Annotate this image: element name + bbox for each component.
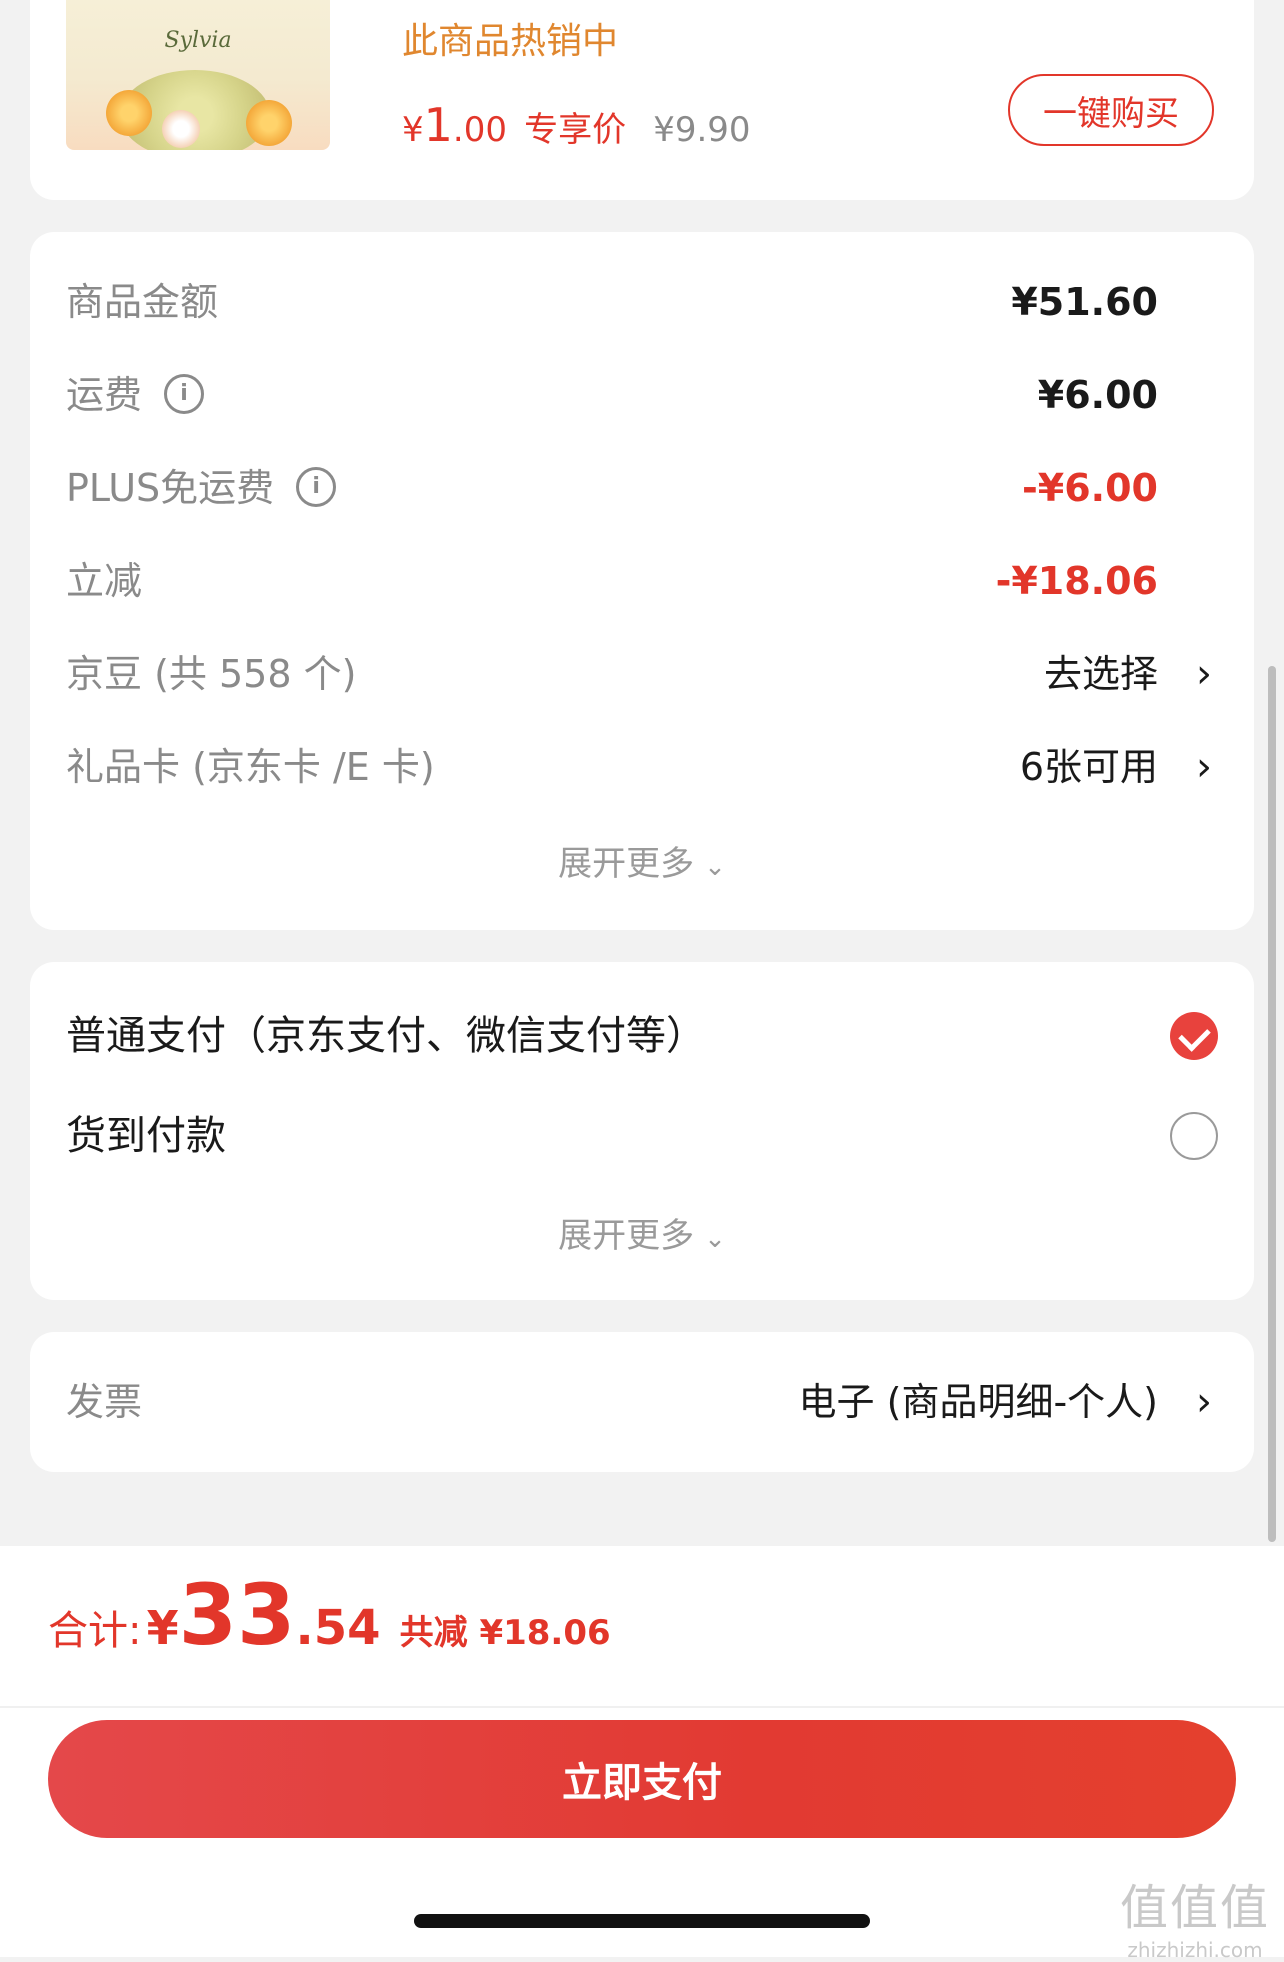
- total-label: 合计:: [48, 1608, 142, 1654]
- payment-option-label: 货到付款: [66, 1113, 226, 1159]
- payment-option-cod[interactable]: 货到付款: [66, 1106, 1218, 1166]
- home-indicator[interactable]: [414, 1914, 870, 1928]
- radio-unchecked-icon[interactable]: [1170, 1112, 1218, 1160]
- invoice-card: 发票 电子 (商品明细-个人) ›: [30, 1332, 1254, 1472]
- fee-label-text: 运费: [66, 373, 143, 417]
- fees-expand-more[interactable]: 展开更多 ⌄: [30, 836, 1254, 885]
- flower-graphic: [162, 110, 200, 148]
- expand-more-label: 展开更多: [558, 1216, 695, 1256]
- fee-row-plus-free-shipping: PLUS免运费 i -¥6.00: [66, 458, 1218, 518]
- price-currency: ¥: [402, 110, 424, 150]
- chevron-down-icon: ⌄: [704, 1224, 726, 1254]
- fee-label: 礼品卡 (京东卡 /E 卡): [66, 745, 435, 789]
- product-price: ¥1.00 专享价 ¥9.90: [402, 98, 751, 152]
- orange-graphic: [246, 100, 292, 146]
- fee-value: -¥18.06: [995, 559, 1158, 603]
- fee-value: ¥51.60: [1011, 280, 1158, 324]
- watermark: 值值值 zhizhizhi.com: [1120, 1868, 1270, 1962]
- fee-row-jd-beans[interactable]: 京豆 (共 558 个) 去选择 ›: [66, 644, 1218, 704]
- radio-checked-icon[interactable]: [1170, 1012, 1218, 1060]
- checkout-bar: 合计: ¥33.54 共减 ¥18.06 立即支付 值值值 zhizhizhi.…: [0, 1546, 1284, 1962]
- exclusive-price-tag: 专享价: [524, 110, 627, 150]
- price-decimal: .00: [452, 110, 507, 150]
- scrollbar[interactable]: [1268, 666, 1276, 1542]
- fee-label: 运费 i: [66, 365, 205, 425]
- payment-option-online[interactable]: 普通支付（京东支付、微信支付等）: [66, 1006, 1218, 1066]
- hot-selling-label: 此商品热销中: [402, 21, 619, 62]
- fee-label: PLUS免运费 i: [66, 458, 337, 518]
- order-fee-card: 商品金额 ¥51.60 运费 i ¥6.00 PLUS免运费 i -¥6.00 立减…: [30, 232, 1254, 930]
- chevron-down-icon: ⌄: [704, 852, 726, 882]
- brand-logo-text: Sylvia: [164, 28, 232, 53]
- fee-value: -¥6.00: [1022, 466, 1158, 510]
- invoice-value: 电子 (商品明细-个人): [798, 1380, 1158, 1424]
- total-decimal: .54: [295, 1600, 381, 1656]
- fee-row-instant-discount: 立减 -¥18.06: [66, 551, 1218, 611]
- payment-option-label: 普通支付（京东支付、微信支付等）: [66, 1013, 706, 1059]
- fee-value: 去选择: [1043, 652, 1158, 696]
- chevron-right-icon: ›: [1196, 744, 1212, 790]
- fee-row-goods-amount: 商品金额 ¥51.60: [66, 272, 1218, 332]
- payment-expand-more[interactable]: 展开更多 ⌄: [30, 1208, 1254, 1257]
- total-integer: 33: [178, 1566, 296, 1664]
- expand-more-label: 展开更多: [558, 844, 695, 884]
- order-total: 合计: ¥33.54 共减 ¥18.06: [48, 1566, 611, 1664]
- original-price: ¥9.90: [653, 110, 751, 150]
- pay-now-button[interactable]: 立即支付: [48, 1720, 1236, 1838]
- payment-method-card: 普通支付（京东支付、微信支付等） 货到付款 展开更多 ⌄: [30, 962, 1254, 1300]
- fee-row-shipping: 运费 i ¥6.00: [66, 365, 1218, 425]
- watermark-logo: 值值值: [1119, 1880, 1270, 1936]
- fee-label: 立减: [66, 559, 143, 603]
- chevron-right-icon: ›: [1196, 651, 1212, 697]
- product-card: Sylvia 此商品热销中 ¥1.00 专享价 ¥9.90 一键购买: [30, 0, 1254, 200]
- fee-value: 6张可用: [1019, 745, 1158, 789]
- watermark-url: zhizhizhi.com: [1127, 1938, 1263, 1962]
- fee-label: 商品金额: [66, 280, 219, 324]
- chevron-right-icon: ›: [1196, 1379, 1212, 1425]
- one-click-buy-button[interactable]: 一键购买: [1008, 74, 1214, 146]
- fee-value: ¥6.00: [1037, 373, 1158, 417]
- orange-graphic: [106, 90, 152, 136]
- total-currency: ¥: [146, 1601, 179, 1655]
- invoice-row[interactable]: 发票 电子 (商品明细-个人) ›: [66, 1372, 1218, 1432]
- price-integer: 1: [423, 98, 453, 152]
- fee-row-gift-card[interactable]: 礼品卡 (京东卡 /E 卡) 6张可用 ›: [66, 737, 1218, 797]
- invoice-label: 发票: [66, 1380, 143, 1424]
- fee-label: 京豆 (共 558 个): [66, 652, 357, 696]
- product-image[interactable]: Sylvia: [66, 0, 330, 150]
- divider: [0, 1706, 1284, 1708]
- info-icon[interactable]: i: [164, 373, 205, 414]
- total-discount: 共减 ¥18.06: [399, 1613, 611, 1653]
- info-icon[interactable]: i: [296, 466, 337, 507]
- fee-label-text: PLUS免运费: [66, 466, 275, 510]
